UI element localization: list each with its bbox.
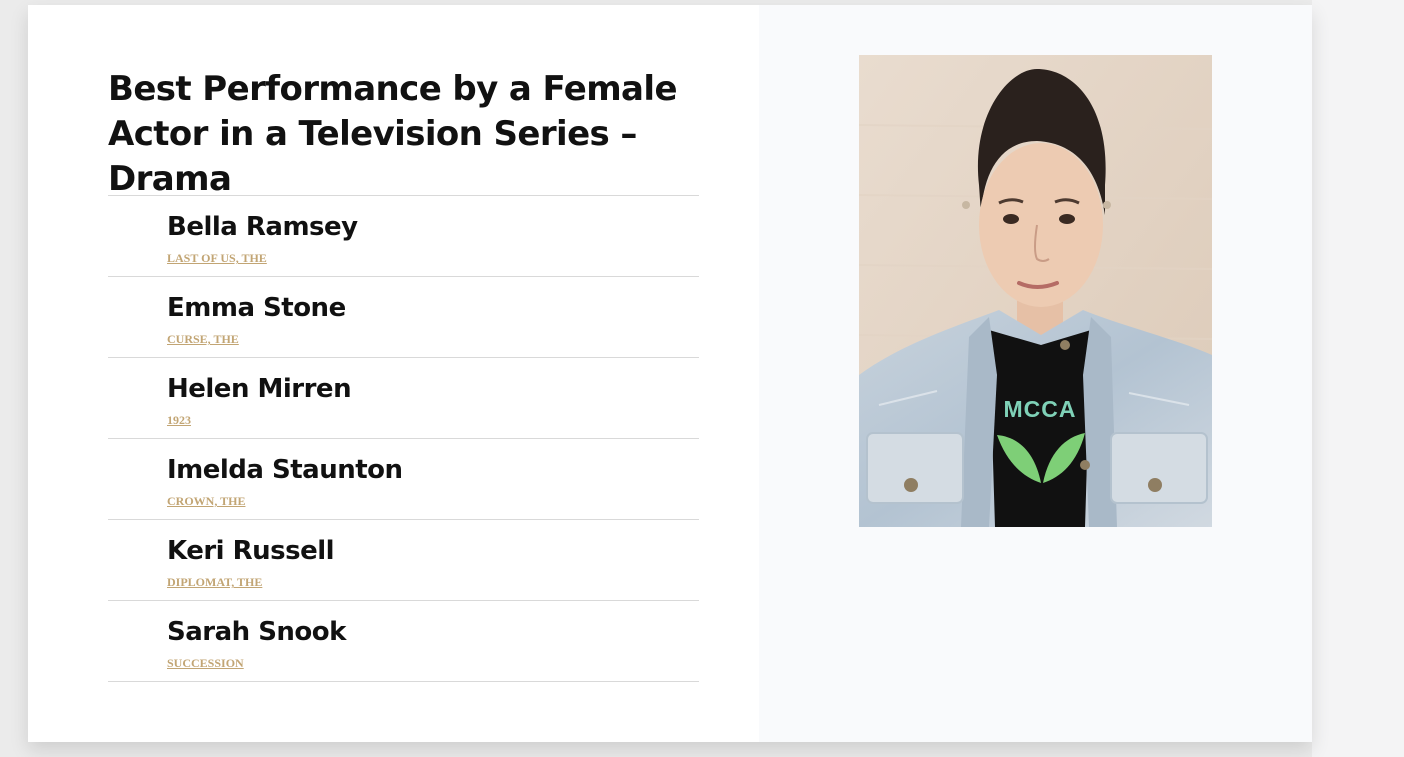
nominee-item[interactable]: Sarah Snook SUCCESSION (108, 601, 699, 682)
shirt-print-text: MCCA (1004, 396, 1077, 422)
nominee-item[interactable]: Emma Stone CURSE, THE (108, 277, 699, 358)
portrait-panel: MCCA (759, 5, 1312, 742)
nominee-item[interactable]: Helen Mirren 1923 (108, 358, 699, 439)
nominee-item[interactable]: Keri Russell DIPLOMAT, THE (108, 520, 699, 601)
nominee-show-link[interactable]: SUCCESSION (167, 656, 244, 671)
nominee-list: Bella Ramsey LAST OF US, THE Emma Stone … (108, 195, 699, 682)
nominee-name[interactable]: Helen Mirren (167, 374, 352, 404)
page-background-edge (1312, 0, 1404, 757)
nominee-item[interactable]: Imelda Staunton CROWN, THE (108, 439, 699, 520)
nominee-name[interactable]: Keri Russell (167, 536, 335, 566)
nominee-name[interactable]: Imelda Staunton (167, 455, 403, 485)
nominee-show-link[interactable]: LAST OF US, THE (167, 251, 267, 266)
portrait-illustration: MCCA (859, 55, 1212, 527)
nominee-show-link[interactable]: DIPLOMAT, THE (167, 575, 262, 590)
nominee-panel: Best Performance by a Female Actor in a … (28, 5, 759, 742)
nominee-name[interactable]: Emma Stone (167, 293, 346, 323)
nominee-name[interactable]: Bella Ramsey (167, 212, 358, 242)
nominee-item[interactable]: Bella Ramsey LAST OF US, THE (108, 196, 699, 277)
nominee-show-link[interactable]: CROWN, THE (167, 494, 245, 509)
nominee-show-link[interactable]: CURSE, THE (167, 332, 239, 347)
category-card: Best Performance by a Female Actor in a … (28, 5, 1312, 742)
nominee-portrait-photo: MCCA (859, 55, 1212, 527)
nominee-name[interactable]: Sarah Snook (167, 617, 346, 647)
nominee-show-link[interactable]: 1923 (167, 413, 191, 428)
category-title: Best Performance by a Female Actor in a … (108, 69, 678, 199)
